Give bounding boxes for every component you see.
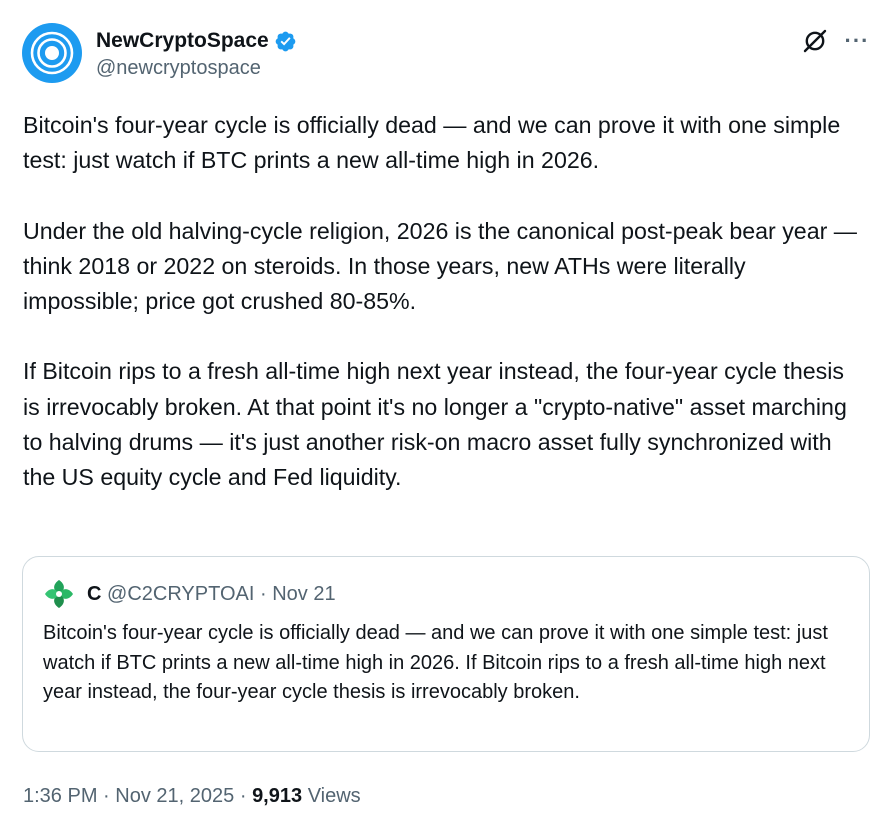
quoted-text: Bitcoin's four-year cycle is officially … (43, 622, 828, 703)
quoted-separator: · (259, 583, 267, 605)
tweet-paragraph: Under the old halving-cycle religion, 20… (23, 217, 857, 314)
author-avatar[interactable] (22, 23, 82, 83)
grok-button[interactable] (798, 24, 832, 58)
leaf-avatar-icon[interactable] (41, 576, 77, 612)
quoted-header: C @C2CRYPTOAI · Nov 21 (87, 580, 336, 608)
grok-icon (803, 29, 827, 53)
quoted-date[interactable]: Nov 21 (272, 583, 335, 605)
tweet: NewCryptoSpace @newcryptospace ··· Bitco… (0, 0, 876, 832)
quoted-author-name[interactable]: C (87, 583, 101, 605)
views-label[interactable]: Views (308, 785, 361, 807)
verified-badge-icon[interactable] (274, 30, 297, 53)
quoted-tweet[interactable]: C @C2CRYPTOAI · Nov 21 Bitcoin's four-ye… (22, 556, 870, 752)
tweet-date[interactable]: Nov 21, 2025 (115, 785, 234, 807)
target-icon (30, 31, 74, 75)
meta-separator: · (239, 785, 247, 807)
author-handle[interactable]: @newcryptospace (96, 57, 261, 80)
tweet-paragraph: If Bitcoin rips to a fresh all-time high… (23, 358, 847, 490)
tweet-paragraph: Bitcoin's four-year cycle is officially … (23, 112, 841, 174)
more-options-button[interactable]: ··· (840, 24, 874, 58)
tweet-meta: 1:36 PM · Nov 21, 2025 · 9,913 Views (23, 781, 361, 811)
meta-separator: · (103, 785, 110, 807)
quoted-author-handle[interactable]: @C2CRYPTOAI (107, 583, 254, 605)
author-name-row: NewCryptoSpace (96, 27, 297, 55)
author-name[interactable]: NewCryptoSpace (96, 29, 269, 53)
tweet-time[interactable]: 1:36 PM (23, 785, 97, 807)
tweet-text: Bitcoin's four-year cycle is officially … (23, 108, 858, 495)
views-count[interactable]: 9,913 (252, 785, 302, 807)
